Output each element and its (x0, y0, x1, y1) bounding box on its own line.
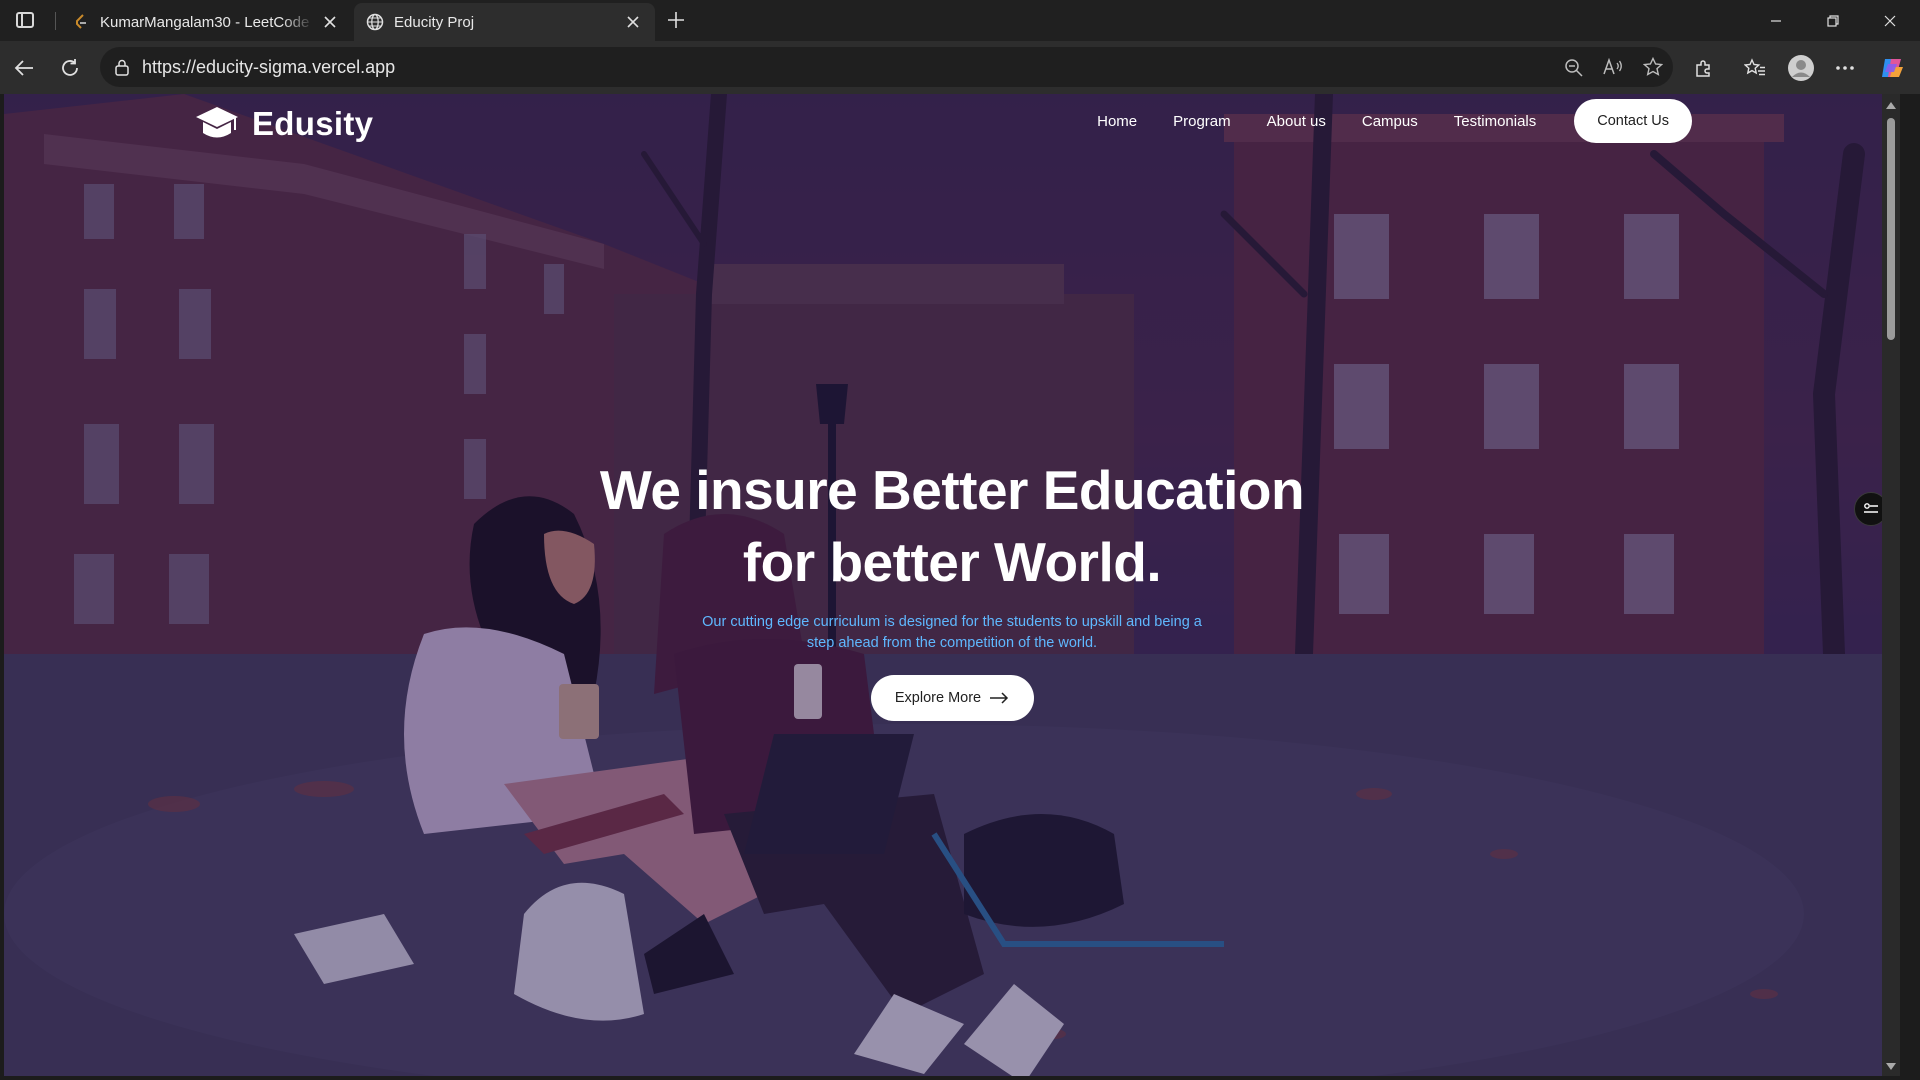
puzzle-icon (1696, 60, 1710, 77)
back-arrow-icon (14, 60, 33, 76)
hero-section: We insure Better Education for better Wo… (4, 454, 1900, 721)
globe-icon (366, 13, 384, 31)
favorites-list-icon (1744, 58, 1765, 76)
url-text[interactable]: https://educity-sigma.vercel.app (142, 57, 1553, 78)
hero-subtitle: Our cutting edge curriculum is designed … (702, 614, 1202, 651)
avatar (1788, 55, 1814, 81)
zoom-out-icon (1564, 58, 1583, 77)
favorites-button[interactable] (1740, 53, 1770, 83)
scrollbar-thumb[interactable] (1887, 118, 1895, 340)
site-navbar: Home Program About us Campus Testimonial… (1079, 99, 1692, 143)
extensions-button[interactable] (1689, 53, 1719, 83)
nav-about-us[interactable]: About us (1267, 113, 1326, 130)
nav-campus[interactable]: Campus (1362, 113, 1418, 130)
explore-more-label: Explore More (894, 690, 982, 706)
plus-icon (668, 12, 684, 28)
minimize-icon (1771, 19, 1781, 22)
nav-home[interactable]: Home (1097, 113, 1137, 130)
zoom-button[interactable] (1553, 47, 1593, 87)
tab-separator (55, 12, 56, 30)
refresh-button[interactable] (55, 53, 85, 83)
tab-educity[interactable]: Educity Proj (354, 3, 655, 41)
minimize-button[interactable] (1748, 0, 1804, 41)
lock-icon[interactable] (102, 47, 142, 87)
scroll-down-arrow-icon[interactable] (1886, 1063, 1896, 1070)
site-logo[interactable]: Edusity (194, 100, 373, 148)
copilot-button[interactable] (1877, 53, 1907, 83)
read-aloud-button[interactable] (1593, 47, 1633, 87)
logo-text: Edusity (252, 105, 374, 142)
browser-toolbar: https://educity-sigma.vercel.app (0, 41, 1920, 94)
nav-program[interactable]: Program (1173, 113, 1231, 130)
address-bar[interactable]: https://educity-sigma.vercel.app (100, 47, 1673, 87)
read-aloud-icon (1603, 58, 1622, 75)
hero-title-line-2: for better World. (742, 531, 1162, 593)
more-dots-icon (1836, 66, 1854, 70)
browser-title-bar: KumarMangalam30 - LeetCode Profile Educi… (0, 0, 1920, 41)
copilot-icon (1882, 59, 1903, 77)
favorite-button[interactable] (1633, 47, 1673, 87)
tab-leetcode[interactable]: KumarMangalam30 - LeetCode Profile (60, 3, 352, 41)
tab-actions-icon (16, 12, 34, 28)
graduation-cap-icon (196, 107, 238, 138)
back-button[interactable] (9, 53, 39, 83)
settings-more-button[interactable] (1830, 53, 1860, 83)
refresh-icon (62, 59, 78, 76)
close-icon (1884, 15, 1896, 26)
tab-actions-button[interactable] (12, 9, 38, 31)
close-window-button[interactable] (1862, 0, 1918, 41)
close-tab-icon[interactable] (320, 12, 340, 32)
restore-icon (1827, 14, 1839, 27)
page-viewport: Edusity Home Program About us Campus Tes… (4, 94, 1900, 1076)
sliders-icon (1864, 503, 1878, 513)
tab-title: Educity Proj (394, 13, 475, 31)
star-icon (1643, 57, 1663, 76)
close-tab-icon[interactable] (623, 12, 643, 32)
nav-testimonials[interactable]: Testimonials (1454, 113, 1537, 130)
explore-more-button[interactable]: Explore More (870, 675, 1034, 721)
restore-button[interactable] (1805, 0, 1861, 41)
hero-title-line-1: We insure Better Education (599, 459, 1305, 521)
arrow-right-icon (990, 692, 1009, 704)
profile-button[interactable] (1784, 51, 1818, 85)
contact-us-button[interactable]: Contact Us (1574, 99, 1692, 143)
hero-title: We insure Better Education for better Wo… (4, 454, 1900, 598)
page-scrollbar[interactable] (1882, 94, 1900, 1076)
scroll-up-arrow-icon[interactable] (1886, 102, 1896, 109)
new-tab-button[interactable] (664, 8, 688, 32)
tab-title: KumarMangalam30 - LeetCode Profile (100, 13, 314, 31)
leetcode-icon (72, 13, 90, 31)
